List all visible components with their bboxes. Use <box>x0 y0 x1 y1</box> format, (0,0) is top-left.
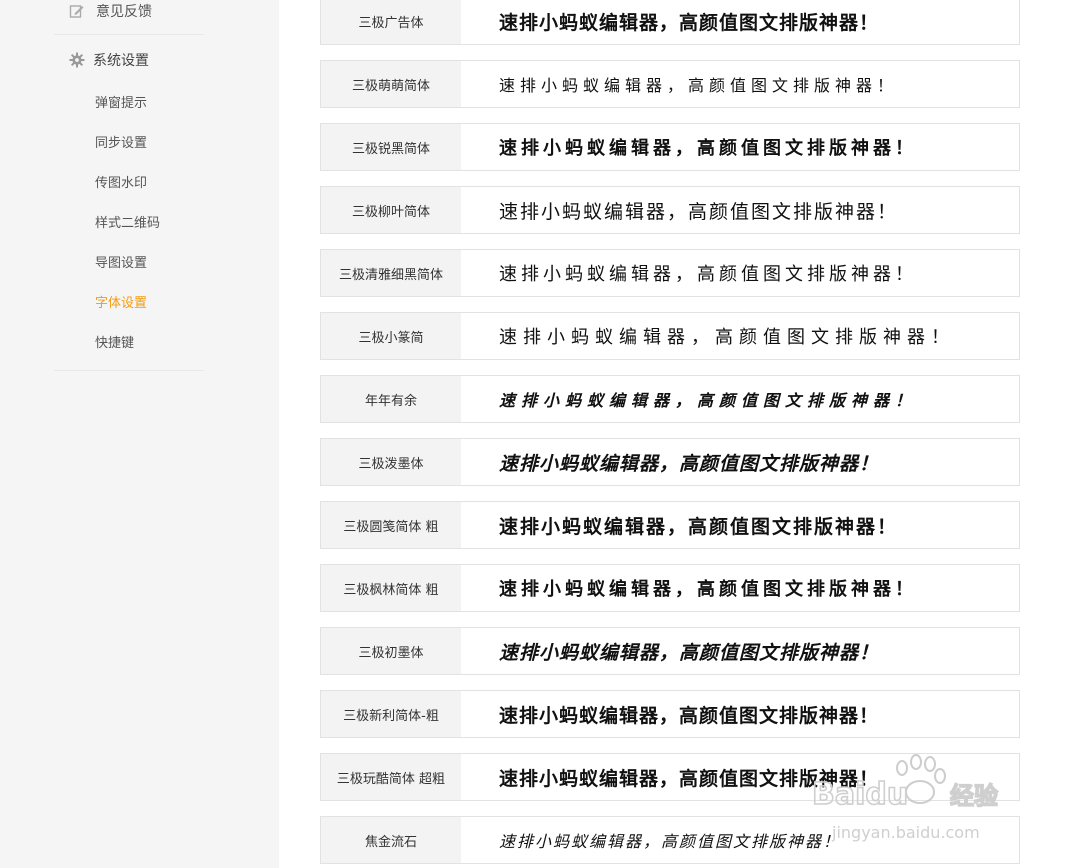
font-sample: 速排小蚂蚁编辑器，高颜值图文排版神器！ <box>499 704 880 727</box>
font-sample: 速排小蚂蚁编辑器，高颜值图文排版神器！ <box>499 641 880 664</box>
font-sample: 速排小蚂蚁编辑器，高颜值图文排版神器！ <box>499 452 880 475</box>
sidebar-section-label: 系统设置 <box>93 53 149 69</box>
font-sample: 速排小蚂蚁编辑器，高颜值图文排版神器！ <box>499 327 955 348</box>
font-sample: 速排小蚂蚁编辑器，高颜值图文排版神器！ <box>499 264 917 285</box>
font-option[interactable]: 三极清雅细黑简体 速排小蚂蚁编辑器，高颜值图文排版神器！ <box>320 249 1020 297</box>
edit-icon <box>68 2 86 20</box>
font-name: 三极广告体 <box>321 0 461 44</box>
font-option[interactable]: 三极柳叶简体 速排小蚂蚁编辑器，高颜值图文排版神器！ <box>320 186 1020 234</box>
font-option[interactable]: 三极广告体 速排小蚂蚁编辑器，高颜值图文排版神器！ <box>320 0 1020 45</box>
sidebar-section-settings[interactable]: 系统设置 <box>68 50 149 70</box>
divider <box>54 34 204 35</box>
font-name: 三极新利简体-粗 <box>321 691 461 737</box>
sidebar-item-style-qrcode[interactable]: 样式二维码 <box>95 215 160 233</box>
sidebar-item-import-settings[interactable]: 导图设置 <box>95 255 147 273</box>
font-option[interactable]: 三极枫林简体 粗 速排小蚂蚁编辑器，高颜值图文排版神器！ <box>320 564 1020 612</box>
font-option[interactable]: 三极新利简体-粗 速排小蚂蚁编辑器，高颜值图文排版神器！ <box>320 690 1020 738</box>
sidebar-item-popup-tips[interactable]: 弹窗提示 <box>95 95 147 113</box>
font-sample: 速排小蚂蚁编辑器，高颜值图文排版神器！ <box>499 515 899 538</box>
font-sample: 速排小蚂蚁编辑器，高颜值图文排版神器！ <box>499 832 842 851</box>
font-sample: 速排小蚂蚁编辑器，高颜值图文排版神器！ <box>499 579 917 600</box>
sidebar-item-feedback[interactable]: 意见反馈 <box>68 1 152 21</box>
font-name: 三极枫林简体 粗 <box>321 565 461 611</box>
sidebar-item-sync-settings[interactable]: 同步设置 <box>95 135 147 153</box>
sidebar: 意见反馈 系统设置 弹窗提示 同步设置 传图水印 样式二维码 导图设置 字体设置… <box>0 0 279 868</box>
font-name: 三极萌萌简体 <box>321 61 461 107</box>
font-option[interactable]: 三极小篆简 速排小蚂蚁编辑器，高颜值图文排版神器！ <box>320 312 1020 360</box>
sidebar-item-label: 意见反馈 <box>96 4 152 20</box>
font-name: 三极泼墨体 <box>321 439 461 485</box>
gear-icon <box>68 51 86 69</box>
font-option[interactable]: 三极萌萌简体 速排小蚂蚁编辑器，高颜值图文排版神器！ <box>320 60 1020 108</box>
font-option[interactable]: 三极泼墨体 速排小蚂蚁编辑器，高颜值图文排版神器！ <box>320 438 1020 486</box>
font-sample: 速排小蚂蚁编辑器，高颜值图文排版神器！ <box>499 767 880 790</box>
font-name: 三极圆笺简体 粗 <box>321 502 461 548</box>
font-name: 三极锐黑简体 <box>321 124 461 170</box>
sidebar-item-image-watermark[interactable]: 传图水印 <box>95 175 147 193</box>
font-option[interactable]: 年年有余 速排小蚂蚁编辑器，高颜值图文排版神器！ <box>320 375 1020 423</box>
font-name: 三极小篆简 <box>321 313 461 359</box>
sidebar-item-shortcuts[interactable]: 快捷键 <box>95 335 134 353</box>
font-option[interactable]: 三极圆笺简体 粗 速排小蚂蚁编辑器，高颜值图文排版神器！ <box>320 501 1020 549</box>
font-option[interactable]: 焦金流石 速排小蚂蚁编辑器，高颜值图文排版神器！ <box>320 816 1020 864</box>
sidebar-item-font-settings[interactable]: 字体设置 <box>95 295 147 313</box>
font-name: 三极玩酷简体 超粗 <box>321 754 461 800</box>
font-sample: 速排小蚂蚁编辑器，高颜值图文排版神器！ <box>499 11 880 34</box>
divider <box>54 370 204 371</box>
font-option[interactable]: 三极初墨体 速排小蚂蚁编辑器，高颜值图文排版神器！ <box>320 627 1020 675</box>
font-option[interactable]: 三极锐黑简体 速排小蚂蚁编辑器，高颜值图文排版神器！ <box>320 123 1020 171</box>
font-sample: 速排小蚂蚁编辑器，高颜值图文排版神器！ <box>499 391 918 410</box>
font-sample: 速排小蚂蚁编辑器，高颜值图文排版神器！ <box>499 76 899 95</box>
font-name: 三极清雅细黑简体 <box>321 250 461 296</box>
font-name: 年年有余 <box>321 376 461 422</box>
font-name: 焦金流石 <box>321 817 461 863</box>
font-name: 三极柳叶简体 <box>321 187 461 233</box>
font-sample: 速排小蚂蚁编辑器，高颜值图文排版神器！ <box>499 200 899 223</box>
font-sample: 速排小蚂蚁编辑器，高颜值图文排版神器！ <box>499 138 917 159</box>
font-name: 三极初墨体 <box>321 628 461 674</box>
font-option[interactable]: 三极玩酷简体 超粗 速排小蚂蚁编辑器，高颜值图文排版神器！ <box>320 753 1020 801</box>
